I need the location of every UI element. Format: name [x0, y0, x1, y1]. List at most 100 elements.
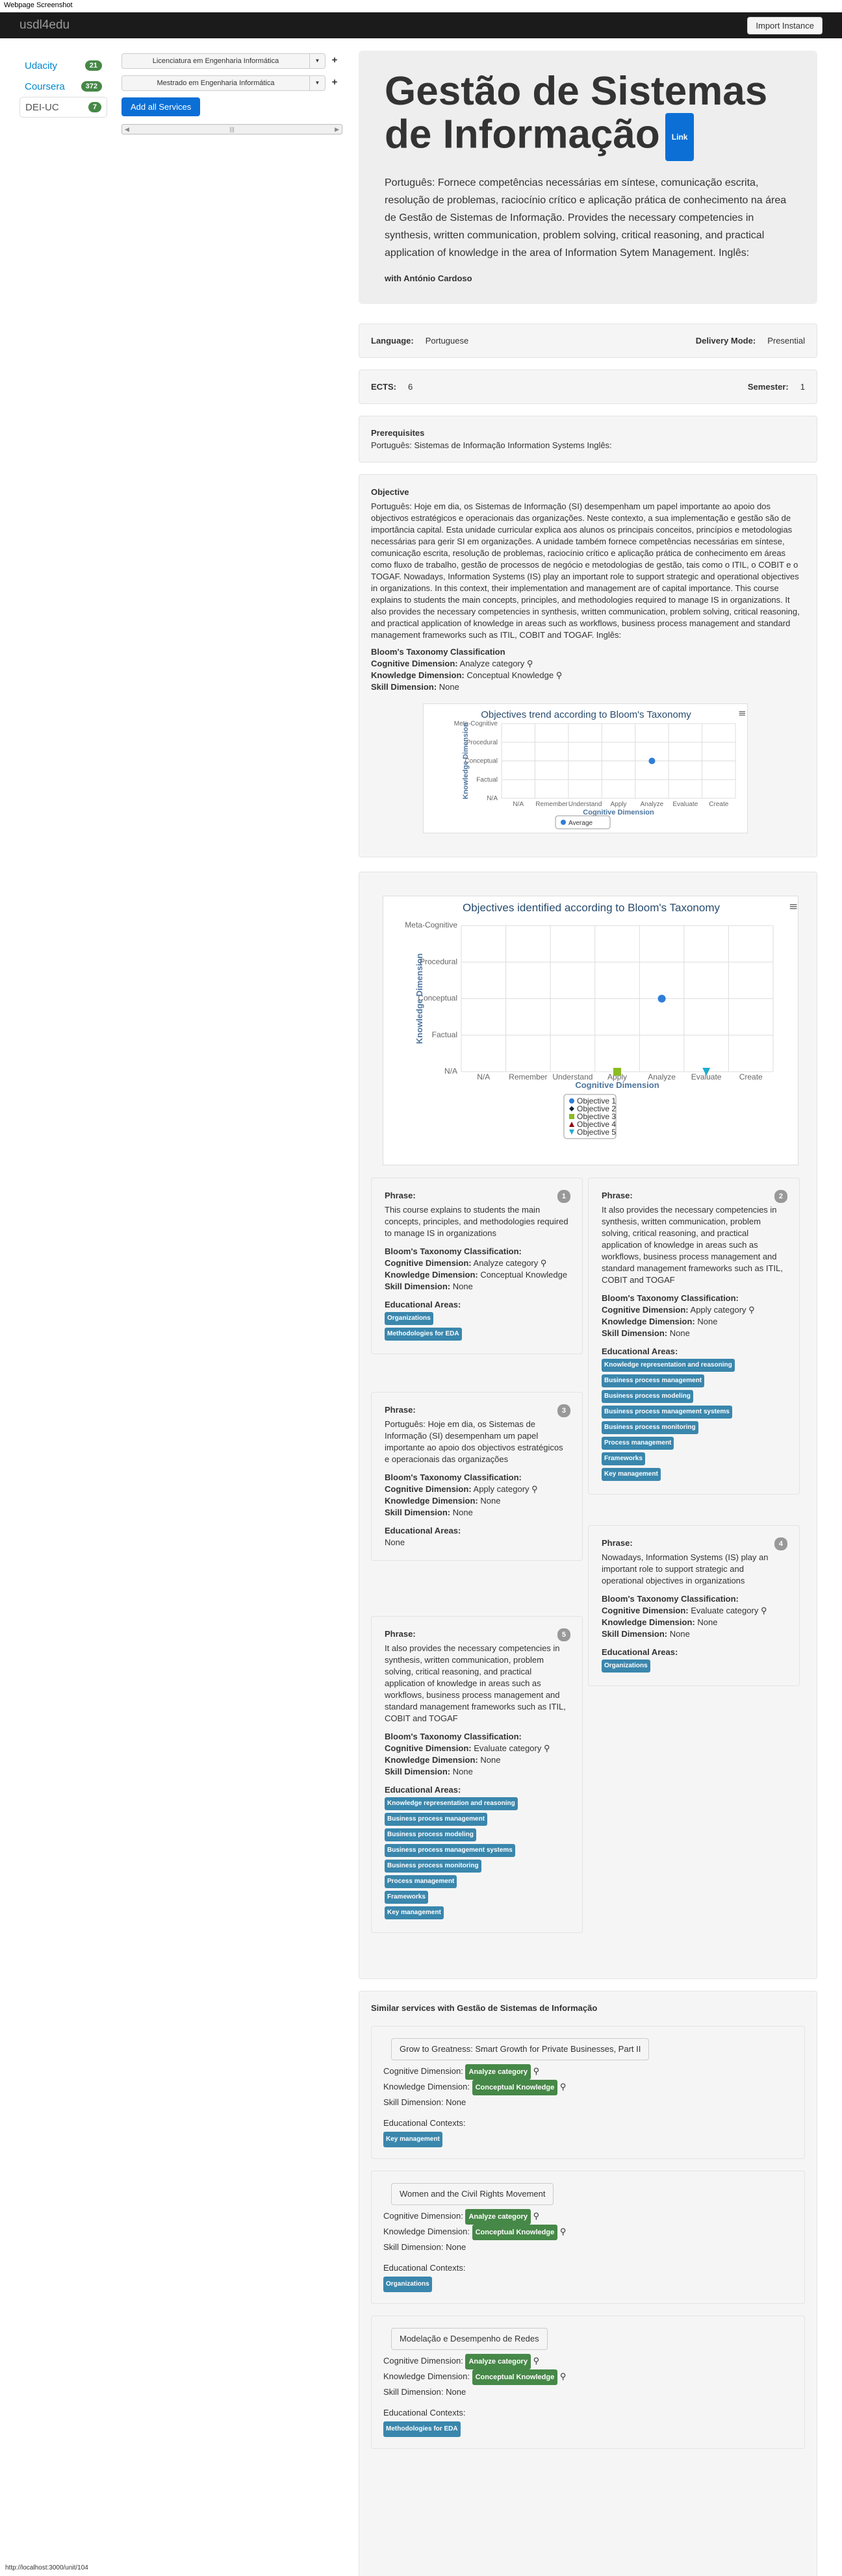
phrase-label: Phrase:: [385, 1405, 416, 1415]
areas-none: None: [385, 1537, 405, 1547]
scroll-grip-icon[interactable]: |||: [229, 126, 234, 133]
delivery-label: Delivery Mode:: [695, 336, 756, 346]
area-tag[interactable]: Business process management systems: [602, 1406, 732, 1419]
link-button[interactable]: Link: [665, 113, 695, 161]
area-tag[interactable]: Frameworks: [385, 1891, 428, 1904]
scroll-right-icon[interactable]: ▶: [335, 126, 339, 133]
info-icon[interactable]: ⚲: [556, 670, 563, 680]
cog-label: Cognitive Dimension:: [385, 1258, 472, 1268]
area-tag[interactable]: Key management: [385, 1906, 444, 1919]
source-dei-uc[interactable]: DEI-UC 7: [19, 97, 107, 118]
info-icon[interactable]: ⚲: [761, 1606, 767, 1615]
info-icon[interactable]: ⚲: [560, 2371, 567, 2381]
info-icon[interactable]: ⚲: [533, 2356, 540, 2366]
language-delivery-well: Language: Portuguese Delivery Mode: Presen…: [359, 323, 817, 358]
phrases-well: Objectives identified according to Bloom…: [359, 872, 817, 1979]
menu-icon[interactable]: ≡: [789, 900, 798, 913]
similar-service-button[interactable]: Grow to Greatness: Smart Growth for Priv…: [391, 2038, 650, 2060]
area-tag[interactable]: Business process modeling: [385, 1828, 476, 1841]
x-tick-label: N/A: [477, 1072, 490, 1081]
source-count: 372: [81, 81, 102, 92]
x-tick-label: Remember: [509, 1072, 547, 1081]
info-icon[interactable]: ⚲: [544, 1743, 550, 1753]
area-tag[interactable]: Business process monitoring: [602, 1421, 698, 1434]
phrase-card: 5 Phrase: It also provides the necessary…: [371, 1616, 583, 1933]
objective-title: Objective: [371, 487, 409, 497]
x-tick-label: Evaluate: [672, 801, 698, 808]
info-icon[interactable]: ⚲: [533, 2066, 540, 2076]
info-icon[interactable]: ⚲: [560, 2227, 567, 2236]
ctx-tag[interactable]: Organizations: [383, 2277, 432, 2292]
data-point: [569, 1098, 574, 1104]
area-tag[interactable]: Organizations: [385, 1312, 433, 1325]
service-select[interactable]: Licenciatura em Engenharia Informática: [121, 53, 310, 69]
similar-service-button[interactable]: Modelação e Desempenho de Redes: [391, 2328, 548, 2350]
caret-down-icon[interactable]: ▼: [310, 75, 325, 91]
brand[interactable]: usdl4edu: [19, 18, 70, 32]
area-tag[interactable]: Knowledge representation and reasoning: [385, 1797, 518, 1810]
ctx-tag[interactable]: Key management: [383, 2132, 442, 2147]
x-tick-label: Create: [709, 801, 728, 808]
x-tick-label: Remember: [535, 801, 568, 808]
info-icon[interactable]: ⚲: [541, 1258, 547, 1268]
objectives-chart-svg: Objectives identified according to Bloom…: [405, 900, 798, 1139]
add-all-services-button[interactable]: Add all Services: [121, 97, 201, 116]
horizontal-scrollbar[interactable]: ◀ ||| ▶: [121, 124, 342, 134]
cog-value: Evaluate category: [474, 1743, 542, 1753]
source-udacity[interactable]: Udacity 21: [19, 55, 107, 76]
menu-icon[interactable]: ≡: [738, 707, 746, 719]
info-icon[interactable]: ⚲: [527, 659, 533, 668]
ctx-tag[interactable]: Methodologies for EDA: [383, 2421, 461, 2437]
caret-down-icon[interactable]: ▼: [310, 53, 325, 69]
phrase-number: 2: [774, 1190, 787, 1203]
area-tag[interactable]: Business process monitoring: [385, 1860, 481, 1873]
import-instance-button[interactable]: Import Instance: [747, 16, 823, 34]
semester-label: Semester:: [747, 382, 789, 392]
info-icon[interactable]: ⚲: [748, 1305, 755, 1315]
area-tag[interactable]: Key management: [602, 1468, 661, 1481]
know-label: Knowledge Dimension:: [602, 1617, 695, 1627]
service-select[interactable]: Mestrado em Engenharia Informática: [121, 75, 310, 91]
source-coursera[interactable]: Coursera 372: [19, 76, 107, 97]
unit-content: Gestão de Sistemas de Informação Link Por…: [359, 51, 817, 2576]
info-icon[interactable]: ⚲: [531, 1484, 538, 1494]
y-tick-label: N/A: [444, 1067, 457, 1076]
know-tag: Conceptual Knowledge: [472, 2080, 558, 2095]
area-tag[interactable]: Organizations: [602, 1660, 650, 1673]
area-tag[interactable]: Process management: [385, 1875, 457, 1888]
scroll-left-icon[interactable]: ◀: [125, 126, 129, 133]
area-tag[interactable]: Business process management: [385, 1813, 488, 1826]
info-icon[interactable]: ⚲: [533, 2211, 540, 2221]
y-tick-label: Procedural: [420, 957, 457, 966]
cog-label: Cognitive Dimension:: [383, 2066, 463, 2076]
similar-service: Grow to Greatness: Smart Growth for Priv…: [371, 2026, 805, 2159]
skill-label: Skill Dimension:: [383, 2097, 444, 2107]
legend-item: Average: [568, 820, 593, 827]
info-icon[interactable]: ⚲: [560, 2082, 567, 2091]
prerequisites-title: Prerequisites: [371, 428, 425, 438]
objectives-chart: Objectives identified according to Bloom…: [383, 896, 798, 1165]
phrase-text: It also provides the necessary competenc…: [602, 1205, 783, 1285]
instructor: with António Cardoso: [385, 273, 472, 283]
trend-chart-svg: Objectives trend according to Bloom's Ta…: [454, 707, 746, 829]
bloom-label: Bloom's Taxonomy Classification:: [385, 1472, 522, 1482]
similar-service-button[interactable]: Women and the Civil Rights Movement: [391, 2183, 554, 2205]
know-value: None: [697, 1617, 718, 1627]
area-tag[interactable]: Business process management: [602, 1374, 705, 1387]
area-tag[interactable]: Process management: [602, 1437, 674, 1450]
area-tag[interactable]: Business process modeling: [602, 1390, 693, 1403]
know-label: Knowledge Dimension:: [383, 2082, 470, 2091]
phrase-card: 4 Phrase: Nowadays, Information Systems …: [588, 1525, 800, 1686]
area-tag[interactable]: Business process management systems: [385, 1844, 515, 1857]
skill-value: None: [669, 1328, 690, 1338]
plus-icon[interactable]: +: [327, 53, 342, 69]
area-tag[interactable]: Knowledge representation and reasoning: [602, 1359, 735, 1372]
area-tag[interactable]: Methodologies for EDA: [385, 1328, 462, 1341]
plus-icon[interactable]: +: [327, 75, 342, 91]
area-tag[interactable]: Frameworks: [602, 1452, 645, 1465]
trend-chart: Objectives trend according to Bloom's Ta…: [423, 703, 748, 833]
chart-title: Objectives identified according to Bloom…: [463, 902, 721, 914]
cog-tag: Analyze category: [465, 2064, 531, 2080]
phrase-card: 3 Phrase: Português: Hoje em dia, os Sis…: [371, 1392, 583, 1561]
skill-value: None: [439, 682, 459, 692]
